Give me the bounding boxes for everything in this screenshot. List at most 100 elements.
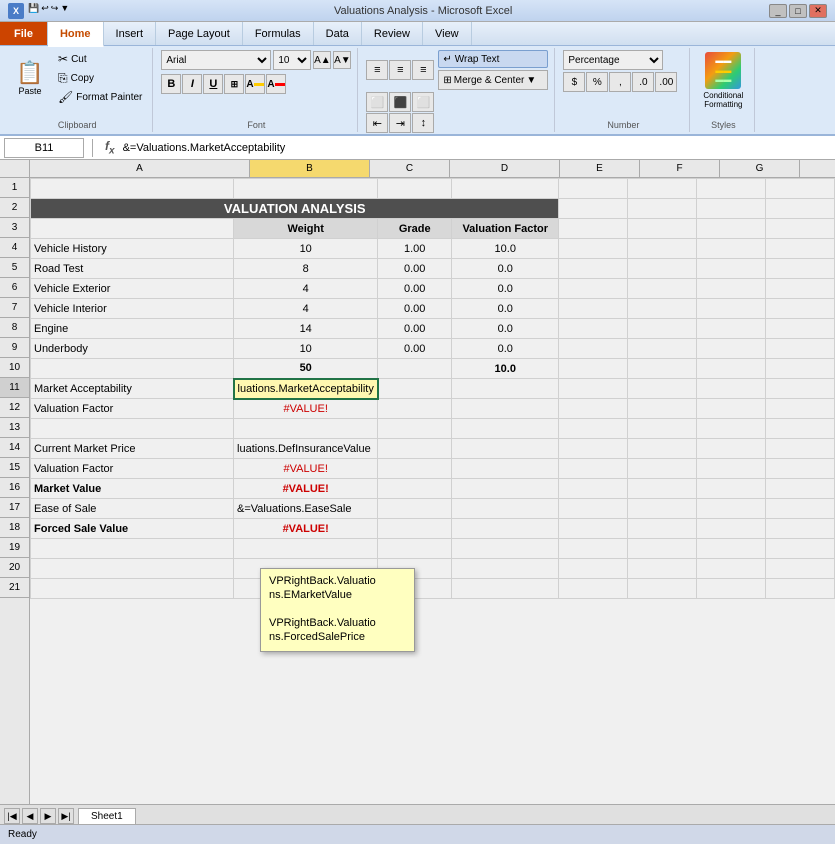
cell-f18[interactable] xyxy=(628,519,697,539)
quick-dropdown[interactable]: ▼ xyxy=(60,3,69,19)
cell-d18[interactable] xyxy=(452,519,559,539)
cell-b3-weight[interactable]: Weight xyxy=(234,219,378,239)
cell-h1[interactable] xyxy=(766,179,835,199)
cell-a17[interactable]: Ease of Sale xyxy=(31,499,234,519)
cell-e7[interactable] xyxy=(559,299,628,319)
cell-f15[interactable] xyxy=(628,459,697,479)
comma-button[interactable]: , xyxy=(609,72,631,92)
cell-g11[interactable] xyxy=(697,379,766,399)
cell-c21[interactable] xyxy=(378,579,452,599)
text-direction[interactable]: ↕ xyxy=(412,113,434,133)
cell-g15[interactable] xyxy=(697,459,766,479)
cell-f12[interactable] xyxy=(628,399,697,419)
quick-redo[interactable]: ↪ xyxy=(51,3,59,19)
cell-d12[interactable] xyxy=(452,399,559,419)
col-header-d[interactable]: D xyxy=(450,160,560,177)
cell-d21[interactable] xyxy=(452,579,559,599)
cell-e13[interactable] xyxy=(559,419,628,439)
font-size-select[interactable]: 10 xyxy=(273,50,311,70)
cell-a20[interactable] xyxy=(31,559,234,579)
cell-e10[interactable] xyxy=(559,359,628,379)
cell-a7[interactable]: Vehicle Interior xyxy=(31,299,234,319)
row-header-4[interactable]: 4 xyxy=(0,238,29,258)
tab-insert[interactable]: Insert xyxy=(104,22,157,45)
cell-f8[interactable] xyxy=(628,319,697,339)
cell-g1[interactable] xyxy=(697,179,766,199)
wrap-text-button[interactable]: ↵ Wrap Text xyxy=(438,50,548,68)
cell-e11[interactable] xyxy=(559,379,628,399)
row-header-16[interactable]: 16 xyxy=(0,478,29,498)
cell-c5[interactable]: 0.00 xyxy=(378,259,452,279)
cell-h10[interactable] xyxy=(766,359,835,379)
col-header-c[interactable]: C xyxy=(370,160,450,177)
cell-g6[interactable] xyxy=(697,279,766,299)
row-header-9[interactable]: 9 xyxy=(0,338,29,358)
number-format-select[interactable]: Percentage General Number Currency xyxy=(563,50,663,70)
cell-e14[interactable] xyxy=(559,439,628,459)
increase-indent[interactable]: ⇥ xyxy=(389,113,411,133)
cell-b18[interactable]: #VALUE! xyxy=(234,519,378,539)
cell-a9[interactable]: Underbody xyxy=(31,339,234,359)
cell-f10[interactable] xyxy=(628,359,697,379)
increase-decimal-button[interactable]: .00 xyxy=(655,72,677,92)
cell-b14[interactable]: luations.DefInsuranceValue xyxy=(234,439,378,459)
cell-b6[interactable]: 4 xyxy=(234,279,378,299)
cell-d7[interactable]: 0.0 xyxy=(452,299,559,319)
tab-data[interactable]: Data xyxy=(314,22,362,45)
row-header-5[interactable]: 5 xyxy=(0,258,29,278)
cell-a4[interactable]: Vehicle History xyxy=(31,239,234,259)
cell-b21[interactable] xyxy=(234,579,378,599)
cell-g8[interactable] xyxy=(697,319,766,339)
cell-c6[interactable]: 0.00 xyxy=(378,279,452,299)
cell-h20[interactable] xyxy=(766,559,835,579)
cell-d4[interactable]: 10.0 xyxy=(452,239,559,259)
cell-b12[interactable]: #VALUE! xyxy=(234,399,378,419)
cell-a5[interactable]: Road Test xyxy=(31,259,234,279)
cell-g13[interactable] xyxy=(697,419,766,439)
cell-a1[interactable] xyxy=(31,179,234,199)
cell-g10[interactable] xyxy=(697,359,766,379)
cell-e19[interactable] xyxy=(559,539,628,559)
close-button[interactable]: ✕ xyxy=(809,4,827,18)
decrease-decimal-button[interactable]: .0 xyxy=(632,72,654,92)
cell-b1[interactable] xyxy=(234,179,378,199)
col-header-h[interactable]: H xyxy=(800,160,835,177)
percent-button[interactable]: % xyxy=(586,72,608,92)
cell-b11[interactable]: luations.MarketAcceptability xyxy=(234,379,378,399)
align-top-right[interactable]: ≡ xyxy=(412,60,434,80)
cell-f13[interactable] xyxy=(628,419,697,439)
tab-page-layout[interactable]: Page Layout xyxy=(156,22,243,45)
cell-e6[interactable] xyxy=(559,279,628,299)
cell-d16[interactable] xyxy=(452,479,559,499)
cell-d8[interactable]: 0.0 xyxy=(452,319,559,339)
minimize-button[interactable]: _ xyxy=(769,4,787,18)
row-header-11[interactable]: 11 xyxy=(0,378,29,398)
cell-e1[interactable] xyxy=(559,179,628,199)
cell-c11[interactable] xyxy=(378,379,452,399)
cell-a10[interactable] xyxy=(31,359,234,379)
cell-g21[interactable] xyxy=(697,579,766,599)
font-color-button[interactable]: A xyxy=(266,74,286,94)
cell-h3[interactable] xyxy=(766,219,835,239)
cell-c8[interactable]: 0.00 xyxy=(378,319,452,339)
cell-a15[interactable]: Valuation Factor xyxy=(31,459,234,479)
cell-e5[interactable] xyxy=(559,259,628,279)
cell-g18[interactable] xyxy=(697,519,766,539)
formula-input[interactable] xyxy=(123,138,831,158)
cell-g9[interactable] xyxy=(697,339,766,359)
maximize-button[interactable]: □ xyxy=(789,4,807,18)
cell-b15[interactable]: #VALUE! xyxy=(234,459,378,479)
cell-e4[interactable] xyxy=(559,239,628,259)
cell-g16[interactable] xyxy=(697,479,766,499)
conditional-formatting-button[interactable]: ▬▬▬▬▬▬ ConditionalFormatting xyxy=(698,50,748,112)
cell-e18[interactable] xyxy=(559,519,628,539)
cell-c15[interactable] xyxy=(378,459,452,479)
paste-button[interactable]: 📋 Paste xyxy=(8,50,52,108)
row-header-21[interactable]: 21 xyxy=(0,578,29,598)
row-header-15[interactable]: 15 xyxy=(0,458,29,478)
cell-b8[interactable]: 14 xyxy=(234,319,378,339)
cell-e12[interactable] xyxy=(559,399,628,419)
cell-g17[interactable] xyxy=(697,499,766,519)
cell-h2[interactable] xyxy=(766,199,835,219)
cell-e21[interactable] xyxy=(559,579,628,599)
